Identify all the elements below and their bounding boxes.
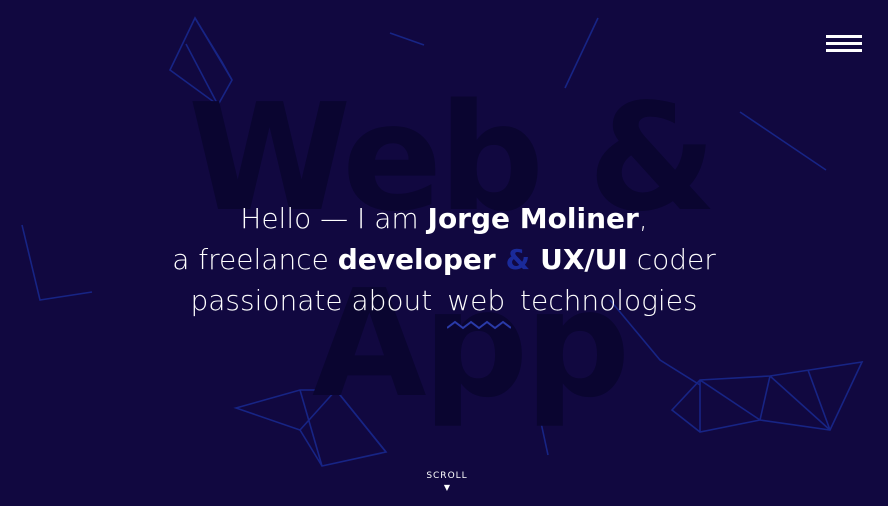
- ampersand-accent: &: [505, 243, 531, 276]
- menu-bar-middle: [826, 42, 862, 45]
- hamburger-menu-icon[interactable]: [826, 32, 864, 54]
- scroll-down-button[interactable]: SCROLL ▼: [420, 471, 474, 493]
- menu-bar-top: [826, 35, 862, 38]
- intro-passion-suffix: technologies: [511, 284, 698, 317]
- menu-bar-bottom: [826, 49, 862, 52]
- highlight-web-text: web: [447, 284, 506, 317]
- highlight-web: web: [441, 280, 512, 330]
- intro-comma: ,: [638, 202, 648, 235]
- intro-greeting: Hello — I am: [240, 202, 428, 235]
- role-ux-ui: UX/UI: [540, 243, 628, 276]
- role-developer: developer: [337, 243, 496, 276]
- intro-text: Hello — I am Jorge Moliner, a freelance …: [0, 198, 888, 330]
- zigzag-underline-icon: [447, 320, 512, 330]
- scroll-label: SCROLL: [426, 471, 468, 481]
- intro-line-1: Hello — I am Jorge Moliner,: [0, 198, 888, 239]
- down-arrow-icon: ▼: [443, 483, 451, 492]
- intro-role-suffix: coder: [627, 243, 716, 276]
- intro-line-3: passionate about web technologies: [0, 280, 888, 330]
- intro-passion-prefix: passionate about: [190, 284, 442, 317]
- intro-role-prefix: a freelance: [172, 243, 338, 276]
- author-name: Jorge Moliner: [427, 202, 639, 235]
- intro-line-2: a freelance developer & UX/UI coder: [0, 239, 888, 280]
- hero-section: Web & App Hello — I am Jorge Moliner, a …: [0, 0, 888, 506]
